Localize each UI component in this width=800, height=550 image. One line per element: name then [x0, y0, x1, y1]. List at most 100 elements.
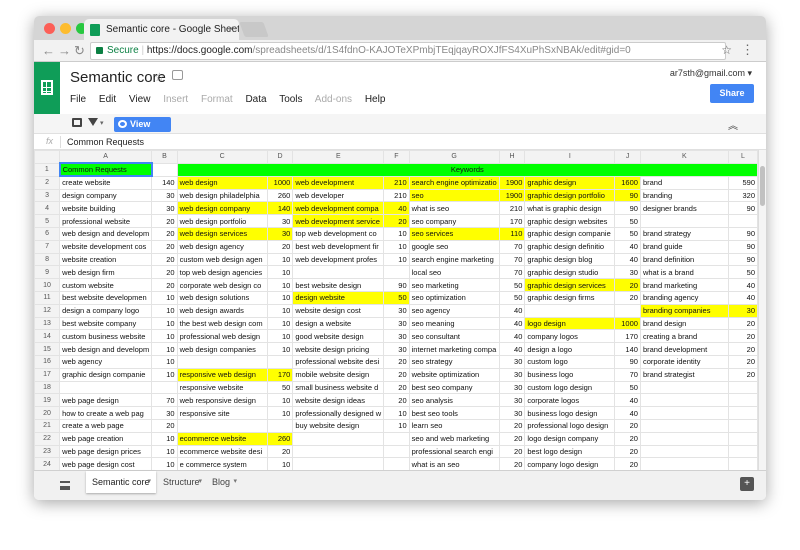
cell[interactable]: 20: [614, 457, 641, 470]
cell[interactable]: 90: [383, 278, 410, 292]
cell[interactable]: [639, 393, 729, 408]
cell[interactable]: 10: [151, 316, 178, 331]
cell[interactable]: seo strategy: [408, 354, 500, 369]
cell[interactable]: branding: [639, 188, 729, 203]
cell[interactable]: best seo tools: [408, 406, 500, 420]
cell[interactable]: 30: [383, 303, 410, 318]
cell[interactable]: 260: [266, 431, 294, 446]
cell[interactable]: the best web design com: [176, 316, 268, 331]
cell[interactable]: ecommerce website: [176, 431, 268, 446]
cell[interactable]: professional web design: [176, 329, 268, 344]
cell[interactable]: branding companies: [639, 303, 729, 318]
cell[interactable]: [524, 303, 616, 318]
cell[interactable]: 170: [614, 329, 641, 344]
column-header-a[interactable]: A: [59, 150, 153, 164]
cell[interactable]: 30: [498, 393, 526, 408]
cell[interactable]: 40: [498, 342, 526, 356]
cell[interactable]: 20: [498, 418, 526, 433]
cell[interactable]: web design portfolio: [176, 214, 268, 228]
sheet-tab-menu-icon[interactable]: ▾: [147, 471, 151, 493]
cell[interactable]: 40: [614, 239, 641, 254]
cell[interactable]: [383, 444, 410, 459]
cell[interactable]: 90: [727, 252, 758, 267]
row-header[interactable]: 6: [34, 226, 61, 241]
scrollbar-thumb[interactable]: [760, 166, 765, 206]
cell[interactable]: 30: [266, 214, 294, 228]
cell[interactable]: 30: [151, 201, 178, 216]
cell[interactable]: custom logo: [524, 354, 616, 369]
cell[interactable]: company logo design: [524, 457, 616, 470]
cell[interactable]: 90: [727, 226, 758, 241]
cell[interactable]: business logo design: [524, 406, 616, 420]
cell[interactable]: 20: [727, 367, 758, 382]
cell[interactable]: company logos: [524, 329, 616, 344]
cell[interactable]: seo analysis: [408, 393, 500, 408]
column-header-k[interactable]: K: [639, 150, 729, 164]
cell[interactable]: ecommerce website desi: [176, 444, 268, 459]
cell[interactable]: web development service: [292, 214, 385, 228]
cell[interactable]: web design agency: [176, 239, 268, 254]
cell[interactable]: brand strategist: [639, 367, 729, 382]
cell[interactable]: 20: [498, 444, 526, 459]
cell[interactable]: design a company logo: [59, 303, 153, 318]
cell[interactable]: 30: [498, 367, 526, 382]
cell[interactable]: logo design company: [524, 431, 616, 446]
cell[interactable]: 20: [727, 354, 758, 369]
cell[interactable]: 10: [266, 290, 294, 305]
cell[interactable]: 210: [383, 188, 410, 203]
row-header[interactable]: 24: [34, 457, 61, 470]
cell[interactable]: design a website: [292, 316, 385, 331]
cell[interactable]: web design philadelphia: [176, 188, 268, 203]
menu-data[interactable]: Data: [245, 94, 266, 105]
cell[interactable]: buy website design: [292, 418, 385, 433]
user-account[interactable]: ar7sth@gmail.com ▾: [670, 68, 752, 79]
cell[interactable]: 10: [383, 406, 410, 420]
cell[interactable]: custom website: [59, 278, 153, 292]
cell[interactable]: [266, 418, 294, 433]
cell[interactable]: [292, 265, 385, 280]
cell[interactable]: 10: [151, 290, 178, 305]
cell[interactable]: 90: [614, 201, 641, 216]
cell[interactable]: graphic design websites: [524, 214, 616, 228]
cell[interactable]: 20: [151, 252, 178, 267]
cell[interactable]: website building: [59, 201, 153, 216]
cell[interactable]: 210: [383, 175, 410, 190]
cell[interactable]: designer brands: [639, 201, 729, 216]
cell[interactable]: 30: [498, 406, 526, 420]
cell[interactable]: 10: [383, 418, 410, 433]
cell[interactable]: create website: [59, 175, 153, 190]
row-header[interactable]: 2: [34, 175, 61, 190]
back-icon[interactable]: ←: [42, 43, 55, 59]
cell[interactable]: 140: [266, 201, 294, 216]
cell[interactable]: local seo: [408, 265, 500, 280]
row-header[interactable]: 8: [34, 252, 61, 267]
cell[interactable]: 20: [498, 431, 526, 446]
column-header-l[interactable]: L: [727, 150, 758, 164]
cell[interactable]: 50: [614, 226, 641, 241]
filter-icon[interactable]: [88, 118, 98, 126]
cell[interactable]: 20: [151, 265, 178, 280]
cell[interactable]: design company: [59, 188, 153, 203]
star-document-icon[interactable]: ☆: [154, 70, 165, 84]
cell[interactable]: [639, 214, 729, 228]
column-header-g[interactable]: G: [408, 150, 500, 164]
cell[interactable]: web development: [292, 175, 385, 190]
cell[interactable]: web responsive design: [176, 393, 268, 408]
cell[interactable]: 1600: [614, 175, 641, 190]
row-header[interactable]: 7: [34, 239, 61, 254]
cell[interactable]: best web development fir: [292, 239, 385, 254]
cell[interactable]: seo company: [408, 214, 500, 228]
row-header[interactable]: 1: [34, 162, 61, 177]
cell[interactable]: graphic design studio: [524, 265, 616, 280]
cell[interactable]: 1900: [498, 175, 526, 190]
cell[interactable]: 90: [727, 239, 758, 254]
cell[interactable]: logo design: [524, 316, 616, 331]
cell[interactable]: graphic design portfolio: [524, 188, 616, 203]
cell[interactable]: 50: [614, 214, 641, 228]
cell[interactable]: 1900: [498, 188, 526, 203]
cell[interactable]: 320: [727, 188, 758, 203]
forward-icon[interactable]: →: [58, 43, 71, 59]
row-header[interactable]: 12: [34, 303, 61, 318]
cell[interactable]: e commerce system: [176, 457, 268, 470]
cell[interactable]: 90: [614, 188, 641, 203]
